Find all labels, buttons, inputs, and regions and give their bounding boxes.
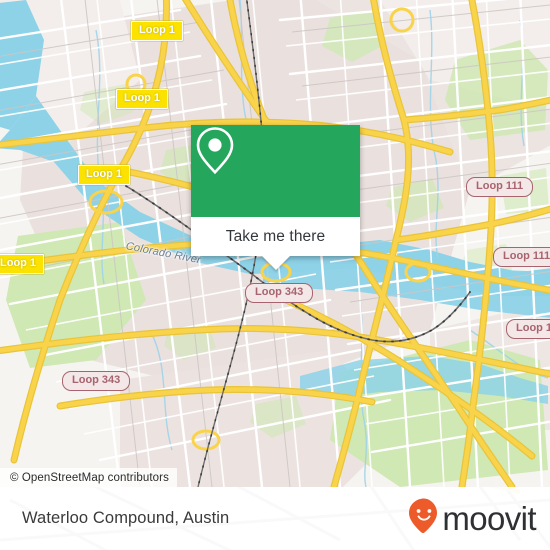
location-popup-card[interactable]: Take me there — [191, 125, 360, 270]
road-shield-loop-111-upper[interactable]: Loop 111 — [466, 177, 534, 197]
page-footer: Waterloo Compound, Austin moovit — [0, 487, 550, 550]
moovit-wordmark: moovit — [442, 500, 536, 537]
road-shield-loop-1-west-edge[interactable]: Loop 1 — [0, 254, 45, 274]
moovit-pin-icon — [407, 497, 441, 540]
popup-header — [191, 125, 360, 217]
road-shield-loop-343-center[interactable]: Loop 343 — [245, 283, 314, 303]
map-canvas[interactable]: Colorado River Loop 1 Loop 1 Loop 1 Loop… — [0, 0, 550, 487]
road-shield-loop-1-upper[interactable]: Loop 1 — [116, 89, 169, 109]
popup-pointer-tail — [261, 256, 290, 270]
moovit-map-page: Colorado River Loop 1 Loop 1 Loop 1 Loop… — [0, 0, 550, 550]
road-shield-loop-111-mid[interactable]: Loop 111 — [493, 247, 550, 267]
road-shield-loop-343-southwest[interactable]: Loop 343 — [62, 371, 131, 391]
road-shield-loop-1-mid[interactable]: Loop 1 — [78, 165, 131, 185]
attribution-text: © OpenStreetMap contributors — [10, 471, 169, 484]
road-shield-loop-1-north[interactable]: Loop 1 — [131, 21, 184, 41]
map-attribution[interactable]: © OpenStreetMap contributors — [0, 468, 177, 487]
moovit-logo[interactable]: moovit — [407, 497, 537, 540]
take-me-there-button[interactable]: Take me there — [191, 217, 360, 256]
page-title: Waterloo Compound, Austin — [22, 509, 230, 527]
road-shield-loop-111-lower[interactable]: Loop 111 — [506, 319, 550, 339]
take-me-there-label: Take me there — [225, 227, 326, 245]
